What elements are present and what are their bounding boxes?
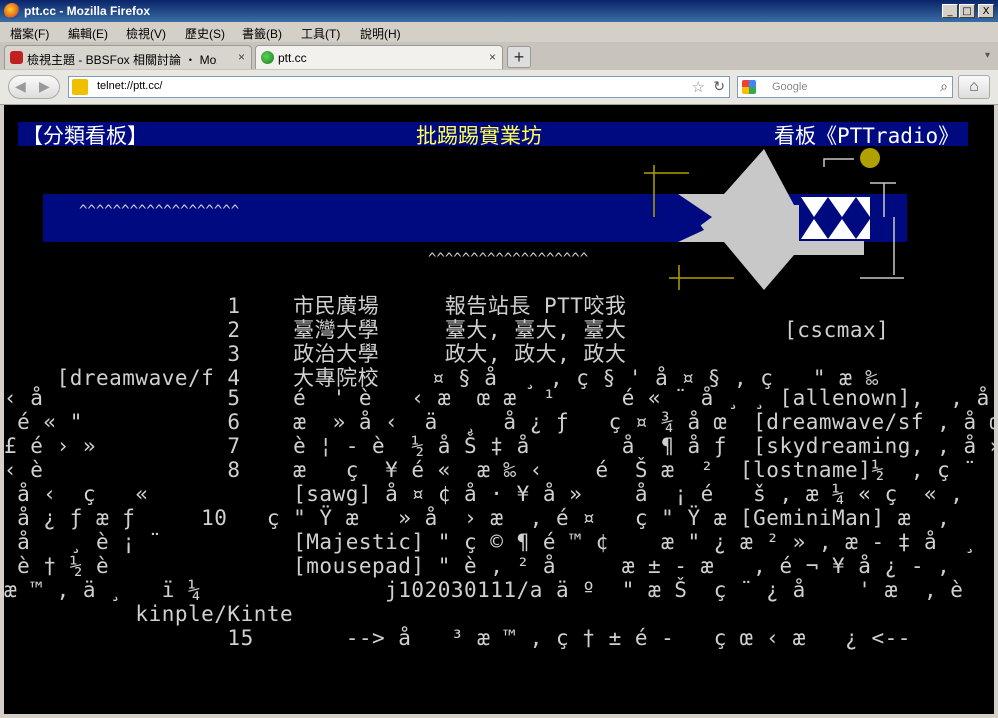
home-button[interactable]: ⌂ <box>958 75 990 99</box>
search-icon[interactable]: ⌕ <box>940 78 948 95</box>
tab-close-icon[interactable]: × <box>489 50 496 64</box>
tab-ptt[interactable]: ptt.cc × <box>255 45 503 69</box>
menu-history[interactable]: 歷史(S) <box>185 25 225 42</box>
search-bar[interactable]: Google ⌕ <box>737 76 953 98</box>
bookmark-star-icon[interactable]: ☆ <box>692 78 705 96</box>
title-bar: ptt.cc - Mozilla Firefox _ □ X <box>0 0 998 22</box>
maximize-button[interactable]: □ <box>959 4 975 18</box>
search-placeholder[interactable]: Google <box>772 81 807 93</box>
menu-view[interactable]: 檢視(V) <box>126 25 166 42</box>
tab-label: 檢視主題 - BBSFox 相關討論 ・ Mozil... <box>27 53 217 67</box>
board-row[interactable]: æ ™ , ä ¸ ï ¼ j102030111/a ä º " æ Š ç ¨… <box>4 578 963 602</box>
board-row[interactable]: kinple/Kinte <box>4 602 293 626</box>
menu-file[interactable]: 檔案(F) <box>10 25 49 42</box>
tab-label: ptt.cc <box>278 51 307 65</box>
site-identity-icon[interactable] <box>72 79 88 95</box>
menu-edit[interactable]: 編輯(E) <box>68 25 108 42</box>
board-row[interactable]: å ¿ ƒ æ ƒ 10 ç " Ÿ æ » å › æ , é ¤ ç " Ÿ… <box>4 506 950 530</box>
window-bottom-border <box>0 714 998 718</box>
menu-bar: 檔案(F) 編輯(E) 檢視(V) 歷史(S) 書籤(B) 工具(T) 說明(H… <box>0 22 998 42</box>
board-row[interactable]: å ¸ è ¡ ¨ [Majestic] " ç © ¶ é ™ ¢ æ " ¿… <box>4 530 977 554</box>
globe-favicon-icon <box>261 51 274 64</box>
back-forward-buttons: ◀ ▶ <box>8 75 60 99</box>
fish-antenna <box>823 158 854 167</box>
board-row-selected[interactable]: 15 --> å ³ æ ™ , ç † ± é - ç œ ‹ æ ¿ <-- <box>4 626 911 650</box>
menu-help[interactable]: 說明(H) <box>360 25 401 42</box>
forward-arrow-icon[interactable]: ▶ <box>39 78 50 95</box>
tab-bbsfox[interactable]: 檢視主題 - BBSFox 相關討論 ・ Mozil... × <box>4 45 252 69</box>
tab-close-icon[interactable]: × <box>238 50 245 64</box>
google-engine-icon[interactable] <box>742 80 756 94</box>
menu-bookmarks[interactable]: 書籤(B) <box>242 25 282 42</box>
board-row[interactable]: è † ½ è [mousepad] " è , ² å æ ± - æ , é… <box>4 554 950 578</box>
telnet-terminal[interactable]: 【分類看板】 批踢踢實業坊 看板《PTTradio》 ^^^^^^^^^^^^^… <box>4 105 994 714</box>
fish-bubble <box>860 148 880 168</box>
tab-bar: 檢視主題 - BBSFox 相關討論 ・ Mozil... × ptt.cc ×… <box>0 42 998 71</box>
board-row[interactable]: £ é › » 7 è ¦ - è ½ å Š ‡ å å ¶ å ƒ [sky… <box>4 434 994 458</box>
wave-decoration-2: ^^^^^^^^^^^^^^^^^^^ <box>428 251 588 267</box>
url-text[interactable]: telnet://ptt.cc/ <box>97 80 162 92</box>
plus-marker-bottom <box>669 265 734 290</box>
url-bar[interactable]: telnet://ptt.cc/ ☆ ↻ <box>68 76 730 98</box>
board-row[interactable]: é « " 6 æ » å ‹ ä ¸ å ¿ ƒ ç ¤ ¾ å œ [dre… <box>4 410 994 434</box>
board-row[interactable]: å ‹ ç « [sawg] å ¤ ¢ å · ¥ å » å ¡ é š ,… <box>4 482 963 506</box>
board-header: 【分類看板】 批踢踢實業坊 看板《PTTradio》 <box>18 122 968 148</box>
wave-decoration-1: ^^^^^^^^^^^^^^^^^^^ <box>79 203 239 219</box>
menu-tools[interactable]: 工具(T) <box>301 25 340 42</box>
back-arrow-icon[interactable]: ◀ <box>15 78 26 95</box>
close-button[interactable]: X <box>978 4 994 18</box>
fox-favicon-icon <box>10 51 23 64</box>
reload-icon[interactable]: ↻ <box>713 78 725 95</box>
browser-window: ptt.cc - Mozilla Firefox _ □ X 檔案(F) 編輯(… <box>0 0 998 718</box>
window-title: ptt.cc - Mozilla Firefox <box>24 4 151 18</box>
firefox-icon <box>4 3 20 19</box>
board-row[interactable]: ‹ å 5 é ' è ‹ æ œ æ ¹ é « ¨ å ¸ ¸ [allen… <box>4 386 994 410</box>
navigation-bar: ◀ ▶ telnet://ptt.cc/ ☆ ↻ Google ⌕ ⌂ <box>0 70 998 105</box>
minimize-button[interactable]: _ <box>942 4 958 18</box>
tab-list-icon[interactable]: ▾ <box>985 50 990 61</box>
new-tab-button[interactable]: + <box>507 46 531 68</box>
board-row[interactable]: ‹ è 8 æ ç ¥ é « æ ‰ ‹ é Š æ ² [lostname]… <box>4 458 977 482</box>
